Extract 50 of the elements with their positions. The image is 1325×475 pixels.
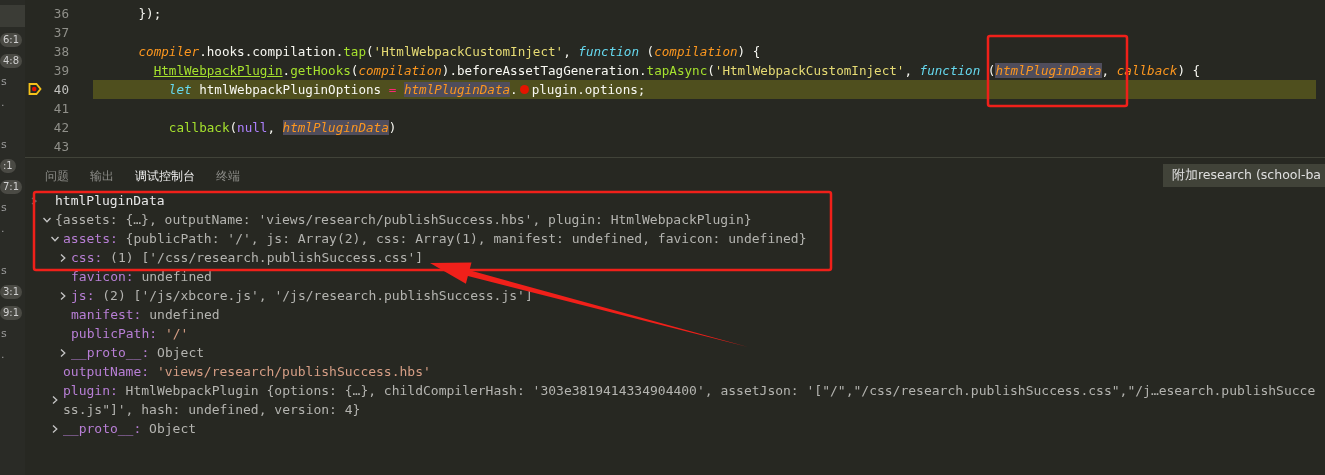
console-entry: __proto__: Object (63, 420, 198, 438)
line-number: 39 (52, 63, 70, 78)
code-text: }); (138, 6, 162, 21)
line-number: 36 (52, 6, 70, 21)
code-text: compiler.hooks.compilation.tap('HtmlWebpackCustomInject', function (compilation) { (138, 44, 761, 59)
sidebar-text: s (0, 264, 7, 277)
console-expression: htmlPluginData (55, 192, 165, 210)
chevron-icon[interactable] (50, 395, 60, 405)
chevron-icon[interactable] (50, 423, 60, 434)
sidebar-text: . (0, 96, 5, 109)
line-number: 42 (52, 120, 70, 135)
line-number: 43 (52, 139, 70, 154)
sidebar-text: s (0, 138, 7, 151)
console-entry: css: (1) ['/css/research.publishSuccess.css'] (71, 249, 425, 267)
count-badge: 6:1 (0, 32, 23, 47)
console-entry: favicon: undefined (71, 268, 213, 286)
line-number: 37 (52, 25, 70, 40)
count-badge: 9:1 (0, 305, 23, 320)
console-entry: publicPath: '/' (71, 325, 190, 343)
expression-marker-icon (31, 196, 37, 205)
count-badge: :1 (0, 158, 16, 173)
sidebar-text: . (0, 222, 5, 235)
chevron-icon[interactable] (58, 290, 68, 301)
code-text: plugin.options; (531, 82, 646, 97)
code-text: let htmlWebpackPluginOptions = htmlPluginData. (168, 82, 518, 97)
panel-tab[interactable]: 问题 (45, 169, 69, 184)
debug-session-select[interactable]: 附加research (school-ba (1162, 164, 1325, 187)
console-entry: {assets: {…}, outputName: 'views/research/publishSuccess.hbs', plugin: HtmlWebpackPlugin} (55, 211, 753, 229)
sidebar-text: s (0, 327, 7, 340)
line-number: 40 (52, 82, 70, 97)
sidebar-text: s (0, 75, 7, 88)
chevron-icon[interactable] (58, 252, 68, 263)
panel-tab[interactable]: 终端 (216, 169, 240, 184)
count-badge: 7:1 (0, 179, 23, 194)
code-text: callback(null, htmlPluginData) (168, 120, 397, 135)
console-entry: js: (2) ['/js/xbcore.js', '/js/research.publishSuccess.js'] (71, 287, 534, 305)
panel-tab[interactable]: 调试控制台 (135, 169, 195, 184)
line-number: 38 (52, 44, 70, 59)
sidebar-text: . (0, 348, 5, 361)
console-entry: plugin: HtmlWebpackPlugin {options: {…}, childCompilerHash: '303e3819414334904400', assetJson: '["/","/css/research.publishSuccess.css","/j…esearch.publishSuccess.js"]', hash: undefined, version: 4} (63, 382, 1317, 419)
chevron-icon[interactable] (58, 347, 68, 358)
count-badge: 4:8 (0, 53, 23, 68)
console-entry: assets: {publicPath: '/', js: Array(2), css: Array(1), manifest: undefined, favicon: undefined} (63, 230, 808, 248)
panel-tab[interactable]: 输出 (90, 169, 114, 184)
line-number: 41 (52, 101, 70, 116)
console-entry: __proto__: Object (71, 344, 206, 362)
sidebar-text: s (0, 201, 7, 214)
console-entry: outputName: 'views/research/publishSuccess.hbs' (63, 363, 432, 381)
count-badge: 3:1 (0, 284, 23, 299)
console-entry: manifest: undefined (71, 306, 221, 324)
